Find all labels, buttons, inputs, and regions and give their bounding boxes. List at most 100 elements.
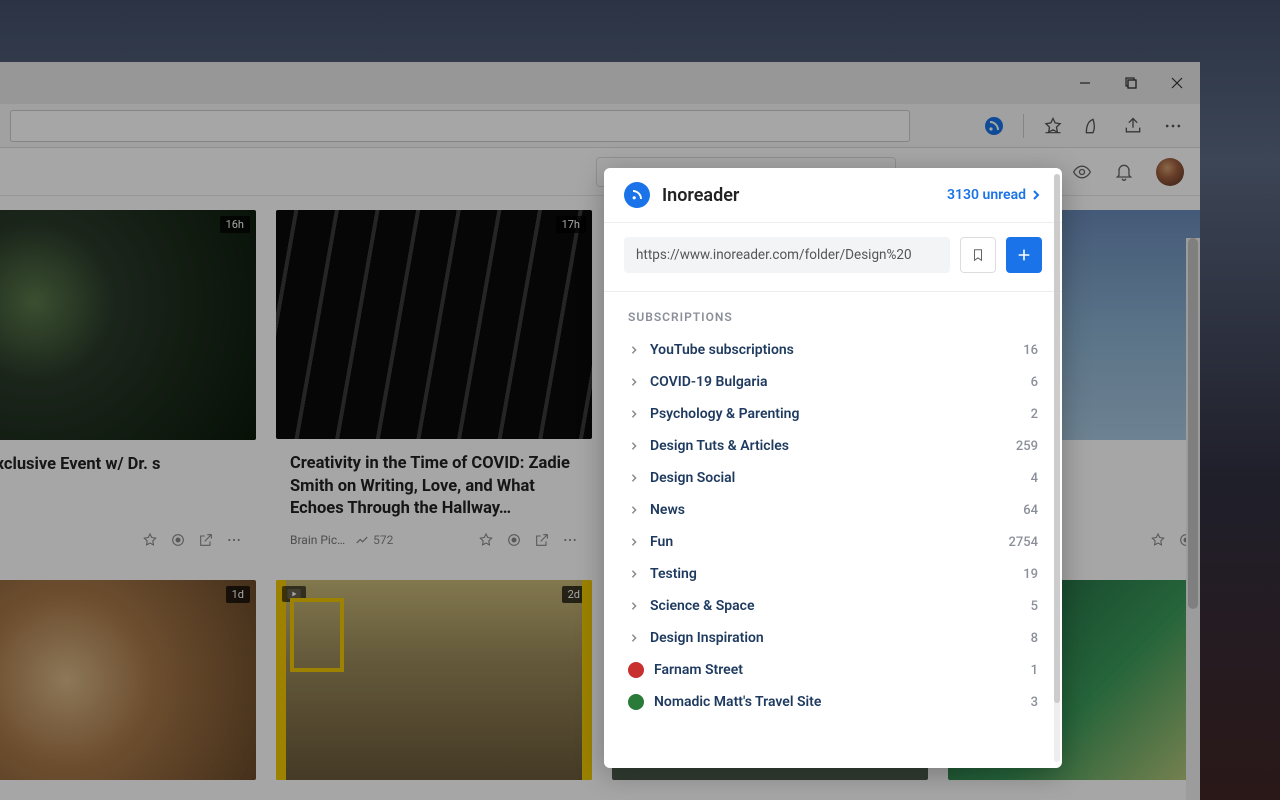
favorites-icon[interactable]	[1042, 115, 1064, 137]
time-badge: 17h	[556, 216, 586, 233]
more-icon[interactable]	[1162, 115, 1184, 137]
more-icon[interactable]	[562, 532, 578, 548]
chevron-right-icon	[628, 440, 640, 452]
window-controls	[1062, 62, 1200, 104]
card-title: Creativity in the Time of COVID: Zadie S…	[276, 439, 592, 526]
open-external-icon[interactable]	[198, 532, 214, 548]
subscription-name: Design Inspiration	[650, 630, 1031, 646]
card-thumbnail: 1d	[0, 580, 256, 780]
inoreader-extension-icon[interactable]	[983, 115, 1005, 137]
chevron-right-icon	[628, 344, 640, 356]
article-card[interactable]: 2d	[276, 580, 592, 780]
mark-read-icon[interactable]	[506, 532, 522, 548]
subscription-count: 259	[1016, 439, 1038, 454]
popup-header: Inoreader 3130 unread	[604, 168, 1062, 223]
scrollbar-thumb[interactable]	[1188, 238, 1198, 609]
card-title: , An Exclusive Event w/ Dr. s	[0, 440, 256, 482]
card-thumbnail: 2d	[276, 580, 592, 780]
url-field[interactable]: https://www.inoreader.com/folder/Design%…	[624, 237, 950, 273]
subscription-count: 1	[1031, 663, 1038, 678]
subscription-count: 8	[1031, 631, 1038, 646]
bell-icon[interactable]	[1114, 162, 1134, 182]
chevron-right-icon	[628, 472, 640, 484]
plus-icon	[1016, 247, 1032, 263]
subscription-count: 16	[1023, 343, 1038, 358]
window-close-button[interactable]	[1154, 62, 1200, 104]
subscription-count: 2	[1031, 407, 1038, 422]
window-minimize-button[interactable]	[1062, 62, 1108, 104]
subscription-name: Science & Space	[650, 598, 1031, 614]
card-footer	[0, 526, 256, 560]
subscription-count: 3	[1031, 695, 1038, 710]
subscription-name: COVID-19 Bulgaria	[650, 374, 1031, 390]
bookmark-icon	[971, 248, 985, 262]
subscription-item[interactable]: Design Social4	[614, 462, 1052, 494]
subscriptions-label: SUBSCRIPTIONS	[604, 292, 1062, 334]
card-thumbnail: 16h	[0, 210, 256, 440]
subscription-name: Testing	[650, 566, 1023, 582]
subscription-name: Fun	[650, 534, 1008, 550]
toolbar-right-cluster	[983, 114, 1190, 138]
add-button[interactable]	[1006, 237, 1042, 273]
star-icon[interactable]	[1150, 532, 1166, 548]
more-icon[interactable]	[226, 532, 242, 548]
unread-label: 3130 unread	[947, 187, 1026, 203]
toolbar-divider	[1023, 114, 1024, 138]
window-title-bar	[0, 62, 1200, 104]
feed-favicon	[628, 662, 644, 678]
subscription-item[interactable]: Farnam Street1	[614, 654, 1052, 686]
subscription-name: News	[650, 502, 1023, 518]
subscription-name: Design Social	[650, 470, 1031, 486]
article-card[interactable]: 17h Creativity in the Time of COVID: Zadi…	[276, 210, 592, 560]
card-footer: Brain Pic… 572	[276, 526, 592, 560]
chevron-right-icon	[628, 568, 640, 580]
subscription-name: YouTube subscriptions	[650, 342, 1023, 358]
inoreader-popup: Inoreader 3130 unread https://www.inorea…	[604, 168, 1062, 768]
address-bar[interactable]	[10, 110, 910, 142]
star-icon[interactable]	[142, 532, 158, 548]
feed-favicon	[628, 694, 644, 710]
article-card[interactable]: 1d	[0, 580, 256, 780]
article-card[interactable]: 16h, An Exclusive Event w/ Dr. s	[0, 210, 256, 560]
chevron-right-icon	[628, 600, 640, 612]
trend-indicator: 572	[355, 533, 393, 547]
bookmark-button[interactable]	[960, 237, 996, 273]
chevron-right-icon	[1030, 189, 1042, 201]
popup-title: Inoreader	[662, 185, 739, 206]
subscription-item[interactable]: Nomadic Matt's Travel Site3	[614, 686, 1052, 718]
subscription-item[interactable]: Testing19	[614, 558, 1052, 590]
subscription-count: 6	[1031, 375, 1038, 390]
time-badge: 1d	[226, 586, 250, 603]
natgeo-frame	[290, 598, 344, 672]
unread-link[interactable]: 3130 unread	[947, 187, 1042, 203]
mark-read-icon[interactable]	[170, 532, 186, 548]
subscription-item[interactable]: YouTube subscriptions16	[614, 334, 1052, 366]
subscription-item[interactable]: News64	[614, 494, 1052, 526]
subscription-item[interactable]: Design Inspiration8	[614, 622, 1052, 654]
scrollbar[interactable]	[1186, 238, 1200, 800]
subscription-item[interactable]: COVID-19 Bulgaria6	[614, 366, 1052, 398]
popup-scrollbar[interactable]	[1054, 174, 1060, 762]
open-external-icon[interactable]	[534, 532, 550, 548]
collections-icon[interactable]	[1082, 115, 1104, 137]
subscription-item[interactable]: Design Tuts & Articles259	[614, 430, 1052, 462]
eye-icon[interactable]	[1072, 162, 1092, 182]
subscription-item[interactable]: Science & Space5	[614, 590, 1052, 622]
subscription-name: Farnam Street	[654, 662, 1031, 678]
popup-url-row: https://www.inoreader.com/folder/Design%…	[604, 223, 1062, 292]
subscription-name: Psychology & Parenting	[650, 406, 1031, 422]
star-icon[interactable]	[478, 532, 494, 548]
chevron-right-icon	[628, 536, 640, 548]
window-maximize-button[interactable]	[1108, 62, 1154, 104]
subscription-count: 4	[1031, 471, 1038, 486]
card-actions	[142, 532, 242, 548]
card-source: Brain Pic…	[290, 533, 345, 547]
subscription-item[interactable]: Psychology & Parenting2	[614, 398, 1052, 430]
avatar[interactable]	[1156, 158, 1184, 186]
share-icon[interactable]	[1122, 115, 1144, 137]
time-badge: 2d	[562, 586, 586, 603]
subscription-name: Design Tuts & Articles	[650, 438, 1016, 454]
subscription-count: 2754	[1008, 535, 1038, 550]
popup-scrollbar-thumb[interactable]	[1054, 174, 1060, 703]
subscription-item[interactable]: Fun2754	[614, 526, 1052, 558]
